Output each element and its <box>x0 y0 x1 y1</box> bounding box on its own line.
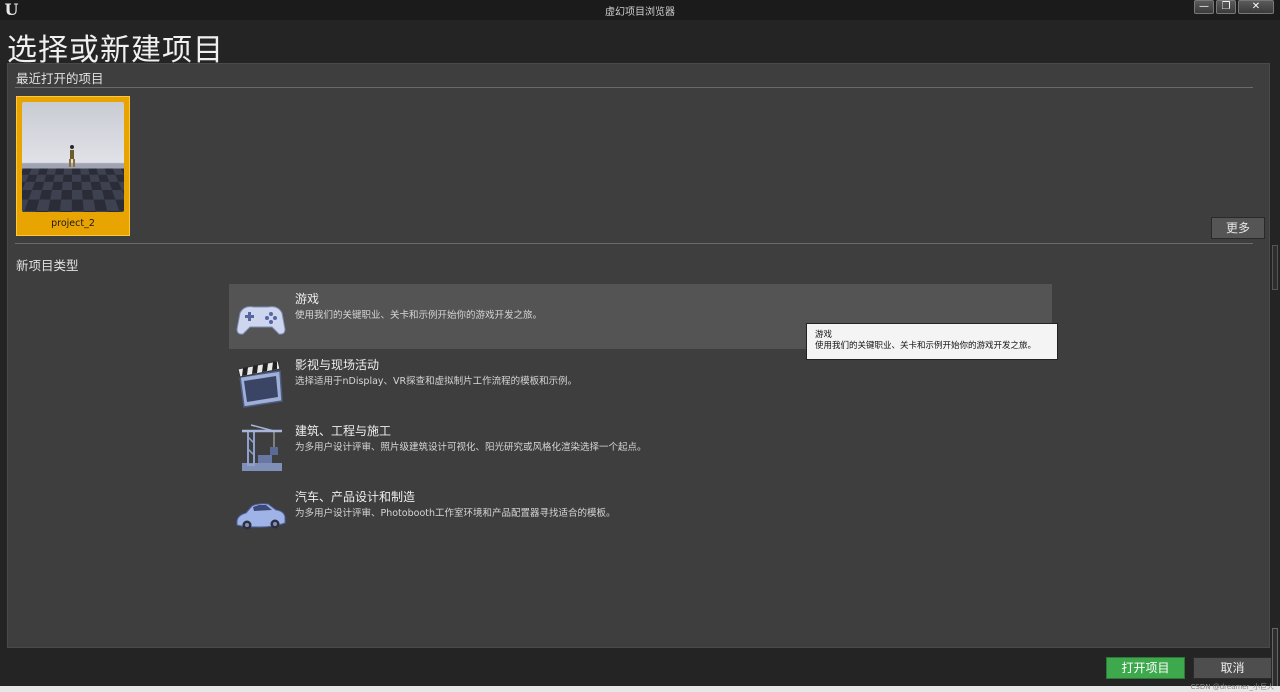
resize-handle[interactable] <box>1272 628 1278 688</box>
template-description: 为多用户设计评审、照片级建筑设计可视化、阳光研究或风格化渲染选择一个起点。 <box>295 442 647 453</box>
window-controls: — ❐ ✕ <box>1194 0 1274 14</box>
project-thumbnail <box>22 102 124 212</box>
template-title: 影视与现场活动 <box>295 358 380 372</box>
main-panel: 最近打开的项目 project_2 更多 新项目类型 游戏 使用我们的关键职业、… <box>7 63 1270 648</box>
car-icon <box>236 503 286 530</box>
recent-project-tile[interactable]: project_2 <box>16 96 130 236</box>
cancel-button[interactable]: 取消 <box>1193 657 1272 679</box>
crane-icon <box>242 424 282 471</box>
divider <box>15 87 1253 88</box>
template-description: 使用我们的关键职业、关卡和示例开始你的游戏开发之旅。 <box>295 310 543 321</box>
gamepad-icon <box>236 306 286 335</box>
character-icon <box>69 145 75 167</box>
tooltip-title: 游戏 <box>815 330 833 340</box>
template-title: 汽车、产品设计和制造 <box>295 490 416 504</box>
scrollbar[interactable] <box>1272 245 1278 290</box>
maximize-button[interactable]: ❐ <box>1216 0 1236 14</box>
template-title: 游戏 <box>295 292 320 306</box>
minimize-button[interactable]: — <box>1194 0 1214 14</box>
tooltip-text: 使用我们的关键职业、关卡和示例开始你的游戏开发之旅。 <box>815 341 1037 351</box>
template-automotive-product-design[interactable]: 汽车、产品设计和制造 为多用户设计评审、Photobooth工作室环境和产品配置… <box>229 482 1052 547</box>
close-button[interactable]: ✕ <box>1238 0 1274 14</box>
clapperboard-icon <box>237 360 283 408</box>
watermark: CSDN @dreamer_小巨人 <box>1190 683 1274 691</box>
taskbar <box>0 686 1280 692</box>
checker-floor <box>22 168 124 212</box>
new-project-types-header: 新项目类型 <box>16 258 79 273</box>
recent-projects-header: 最近打开的项目 <box>16 71 104 86</box>
template-tooltip: 游戏 使用我们的关键职业、关卡和示例开始你的游戏开发之旅。 <box>806 323 1058 360</box>
more-button[interactable]: 更多 <box>1211 217 1265 239</box>
template-description: 选择适用于nDisplay、VR探查和虚拟制片工作流程的模板和示例。 <box>295 376 578 387</box>
open-project-button[interactable]: 打开项目 <box>1106 657 1185 679</box>
template-architecture-engineering[interactable]: 建筑、工程与施工 为多用户设计评审、照片级建筑设计可视化、阳光研究或风格化渲染选… <box>229 416 1052 481</box>
template-description: 为多用户设计评审、Photobooth工作室环境和产品配置器寻找适合的模板。 <box>295 508 616 519</box>
window-title: 虚幻项目浏览器 <box>605 7 675 18</box>
title-bar: U 虚幻项目浏览器 — ❐ ✕ <box>0 0 1280 20</box>
divider <box>15 243 1253 244</box>
project-name: project_2 <box>51 218 95 229</box>
template-title: 建筑、工程与施工 <box>295 424 392 438</box>
